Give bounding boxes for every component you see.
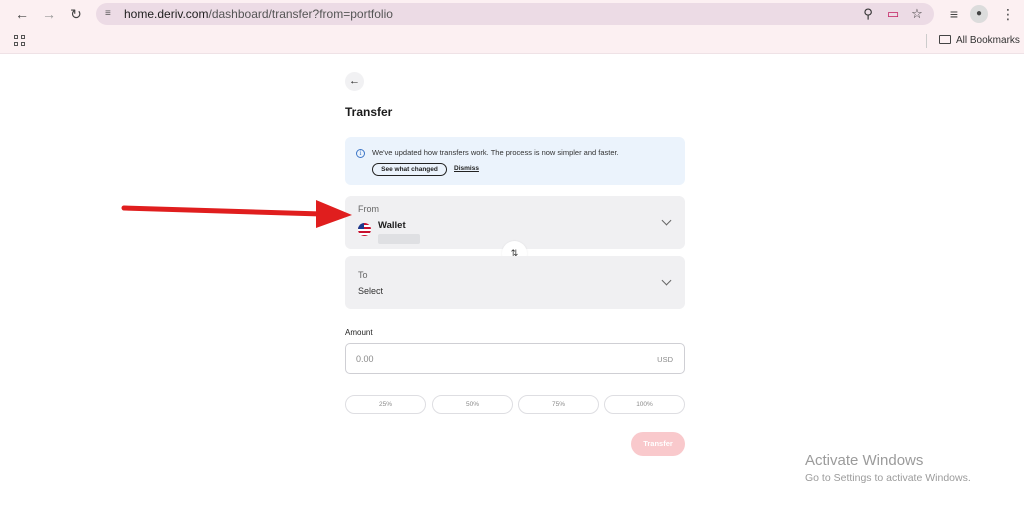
- from-label: From: [358, 204, 379, 214]
- cast-icon[interactable]: ▭: [885, 6, 901, 22]
- bookmark-star-icon[interactable]: ☆: [909, 6, 925, 22]
- back-button[interactable]: ←: [345, 72, 364, 91]
- annotation-arrow: [121, 200, 352, 228]
- info-icon: i: [356, 149, 365, 158]
- from-account-name: Wallet: [378, 220, 406, 231]
- zoom-icon[interactable]: ⚲: [860, 6, 876, 22]
- transfer-button[interactable]: Transfer: [631, 432, 685, 456]
- reload-icon[interactable]: ↻: [66, 4, 86, 24]
- dismiss-link[interactable]: Dismiss: [454, 165, 479, 172]
- percent-50-button[interactable]: 50%: [432, 395, 513, 414]
- amount-placeholder: 0.00: [356, 354, 374, 364]
- chevron-down-icon: [661, 215, 672, 226]
- forward-arrow-icon[interactable]: →: [39, 4, 59, 24]
- all-bookmarks-button[interactable]: All Bookmarks: [939, 33, 1020, 49]
- reading-list-icon[interactable]: ≡: [944, 4, 964, 24]
- chevron-down-icon: [661, 275, 672, 286]
- all-bookmarks-label: All Bookmarks: [956, 35, 1020, 46]
- watermark-title: Activate Windows: [805, 452, 924, 469]
- to-label: To: [358, 270, 368, 280]
- url-path: /dashboard/transfer?from=portfolio: [208, 7, 393, 21]
- to-account-select[interactable]: To Select: [345, 256, 685, 309]
- amount-input[interactable]: 0.00 USD: [345, 343, 685, 374]
- url-domain: home.deriv.com: [124, 7, 209, 21]
- url-text[interactable]: home.deriv.com/dashboard/transfer?from=p…: [124, 3, 393, 25]
- profile-avatar-icon[interactable]: ●: [970, 5, 988, 23]
- browser-toolbar: ← → ↻ ≡ home.deriv.com/dashboard/transfe…: [0, 0, 1024, 28]
- site-settings-icon[interactable]: ≡: [105, 8, 117, 20]
- apps-grid-icon[interactable]: [14, 35, 26, 47]
- watermark-subtitle: Go to Settings to activate Windows.: [805, 472, 971, 484]
- bookmarks-divider: [926, 34, 927, 48]
- windows-activation-watermark: Activate Windows Go to Settings to activ…: [805, 452, 971, 485]
- amount-label: Amount: [345, 328, 373, 337]
- percent-100-button[interactable]: 100%: [604, 395, 685, 414]
- see-what-changed-button[interactable]: See what changed: [372, 163, 447, 176]
- page-title: Transfer: [345, 105, 393, 119]
- folder-icon: [939, 35, 951, 44]
- menu-kebab-icon[interactable]: ⋮: [998, 4, 1018, 24]
- address-bar[interactable]: ≡ home.deriv.com/dashboard/transfer?from…: [96, 3, 934, 25]
- percent-75-button[interactable]: 75%: [518, 395, 599, 414]
- us-flag-icon: [358, 223, 371, 236]
- to-value: Select: [358, 286, 384, 296]
- transfer-update-notice: i We've updated how transfers work. The …: [345, 137, 685, 185]
- percent-25-button[interactable]: 25%: [345, 395, 426, 414]
- back-arrow-icon[interactable]: ←: [12, 4, 32, 24]
- bookmarks-bar: All Bookmarks: [0, 28, 1024, 54]
- notice-text: We've updated how transfers work. The pr…: [372, 148, 619, 157]
- amount-currency: USD: [657, 355, 673, 364]
- balance-placeholder: [378, 234, 420, 244]
